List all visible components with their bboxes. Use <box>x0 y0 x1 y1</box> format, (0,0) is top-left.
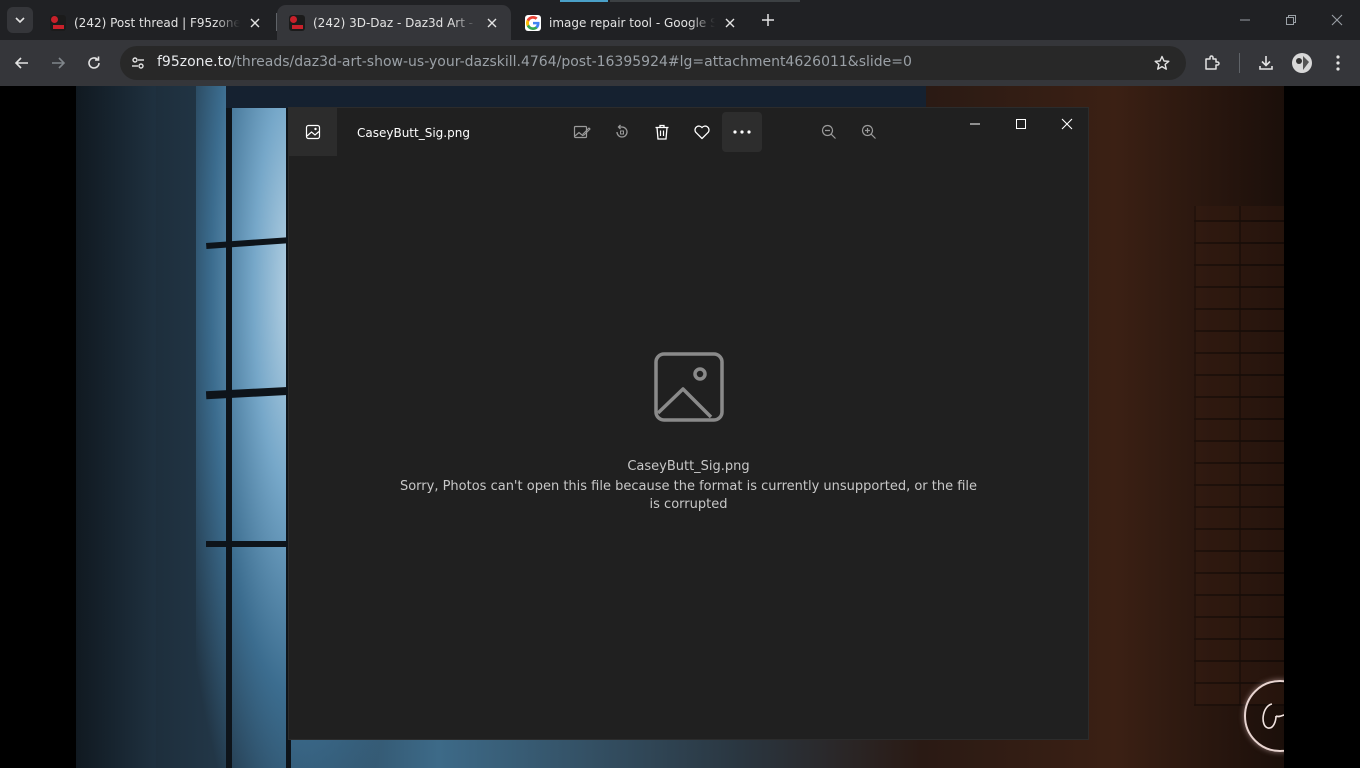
photos-minimize-button[interactable] <box>952 108 998 140</box>
photos-title-bar: CaseyButt_Sig.png <box>289 108 1088 156</box>
tab-group-indicator <box>610 0 800 2</box>
close-window-button[interactable] <box>1314 0 1360 40</box>
url-host: f95zone.to <box>157 54 232 70</box>
plus-icon <box>762 14 774 26</box>
extensions-button[interactable] <box>1200 51 1224 75</box>
restore-icon <box>1286 15 1296 25</box>
puzzle-icon <box>1205 55 1220 70</box>
room-wall <box>76 86 156 768</box>
f95zone-icon <box>289 14 305 31</box>
photos-maximize-button[interactable] <box>998 108 1044 140</box>
arrow-right-icon <box>52 57 66 69</box>
forward-button[interactable] <box>44 49 72 77</box>
minimize-button[interactable] <box>1222 0 1268 40</box>
favorite-button[interactable] <box>682 112 722 152</box>
zoom-in-icon <box>861 124 876 139</box>
arrow-left-icon <box>14 57 28 69</box>
tab-title: image repair tool - Google Search <box>549 15 715 30</box>
tab-title: (242) Post thread | F95zone | Ad <box>74 15 240 30</box>
zoom-out-icon <box>821 124 836 139</box>
downloads-button[interactable] <box>1254 51 1278 75</box>
delete-icon <box>655 124 669 140</box>
chevron-down-icon <box>15 17 25 24</box>
tab-title: (242) 3D-Daz - Daz3d Art - Show <box>313 15 477 30</box>
tune-icon <box>132 57 144 69</box>
star-icon <box>1154 55 1170 70</box>
restore-button[interactable] <box>1268 0 1314 40</box>
back-button[interactable] <box>8 49 36 77</box>
download-icon <box>1259 56 1273 70</box>
tab-strip: (242) Post thread | F95zone | Ad (242) 3… <box>0 0 1360 40</box>
photos-app-icon <box>305 124 321 140</box>
toolbar-divider <box>1239 53 1240 73</box>
tab-post-thread[interactable]: (242) Post thread | F95zone | Ad <box>38 5 274 40</box>
more-horizontal-icon <box>733 130 751 134</box>
tab-loading-indicator <box>560 0 608 2</box>
photos-close-button[interactable] <box>1044 108 1090 140</box>
close-icon[interactable] <box>246 14 264 32</box>
zoom-in-button[interactable] <box>849 112 889 152</box>
tab-google-search[interactable]: image repair tool - Google Search <box>513 5 749 40</box>
rotate-button[interactable] <box>602 112 642 152</box>
reload-button[interactable] <box>80 49 108 77</box>
close-icon <box>1331 14 1343 26</box>
rotate-icon <box>616 124 628 138</box>
address-bar[interactable]: f95zone.to/threads/daz3d-art-show-us-you… <box>120 46 1186 80</box>
google-icon <box>525 14 541 31</box>
url-text[interactable]: f95zone.to/threads/daz3d-art-show-us-you… <box>157 54 912 70</box>
more-vertical-icon <box>1336 55 1340 71</box>
reload-icon <box>88 56 100 69</box>
close-icon <box>1061 118 1073 130</box>
error-file-name: CaseyButt_Sig.png <box>627 459 750 474</box>
delete-button[interactable] <box>642 112 682 152</box>
close-icon[interactable] <box>483 14 501 32</box>
more-options-button[interactable] <box>722 112 762 152</box>
error-message: Sorry, Photos can't open this file becau… <box>399 479 978 512</box>
tab-daz3d-art[interactable]: (242) 3D-Daz - Daz3d Art - Show <box>277 5 511 40</box>
photos-app-button[interactable] <box>289 108 337 156</box>
maximize-icon <box>1016 119 1026 129</box>
brick-wall <box>1194 206 1284 706</box>
bookmark-button[interactable] <box>1152 53 1172 73</box>
file-title: CaseyButt_Sig.png <box>357 126 470 140</box>
image-placeholder-icon <box>653 352 724 422</box>
close-icon[interactable] <box>721 14 739 32</box>
edit-image-button[interactable] <box>562 112 602 152</box>
photos-app-window: CaseyButt_Sig.png CaseyButt_Sig.png Sorr… <box>288 107 1089 740</box>
browser-toolbar: f95zone.to/threads/daz3d-art-show-us-you… <box>0 40 1360 86</box>
profile-button[interactable] <box>1290 51 1314 75</box>
minimize-icon <box>970 123 980 125</box>
window-frame <box>226 86 926 108</box>
new-tab-button[interactable] <box>756 8 780 32</box>
window-frame <box>226 86 232 768</box>
zoom-out-button[interactable] <box>809 112 849 152</box>
error-empty-state: CaseyButt_Sig.png Sorry, Photos can't op… <box>289 351 1088 514</box>
edit-image-icon <box>573 125 591 139</box>
tab-search-button[interactable] <box>7 7 33 33</box>
url-path: /threads/daz3d-art-show-us-your-dazskill… <box>231 54 912 70</box>
heart-icon <box>694 125 710 140</box>
site-info-button[interactable] <box>126 51 150 75</box>
menu-button[interactable] <box>1326 51 1350 75</box>
avatar-icon <box>1292 53 1312 73</box>
f95zone-icon <box>50 14 66 31</box>
minimize-icon <box>1240 19 1250 21</box>
